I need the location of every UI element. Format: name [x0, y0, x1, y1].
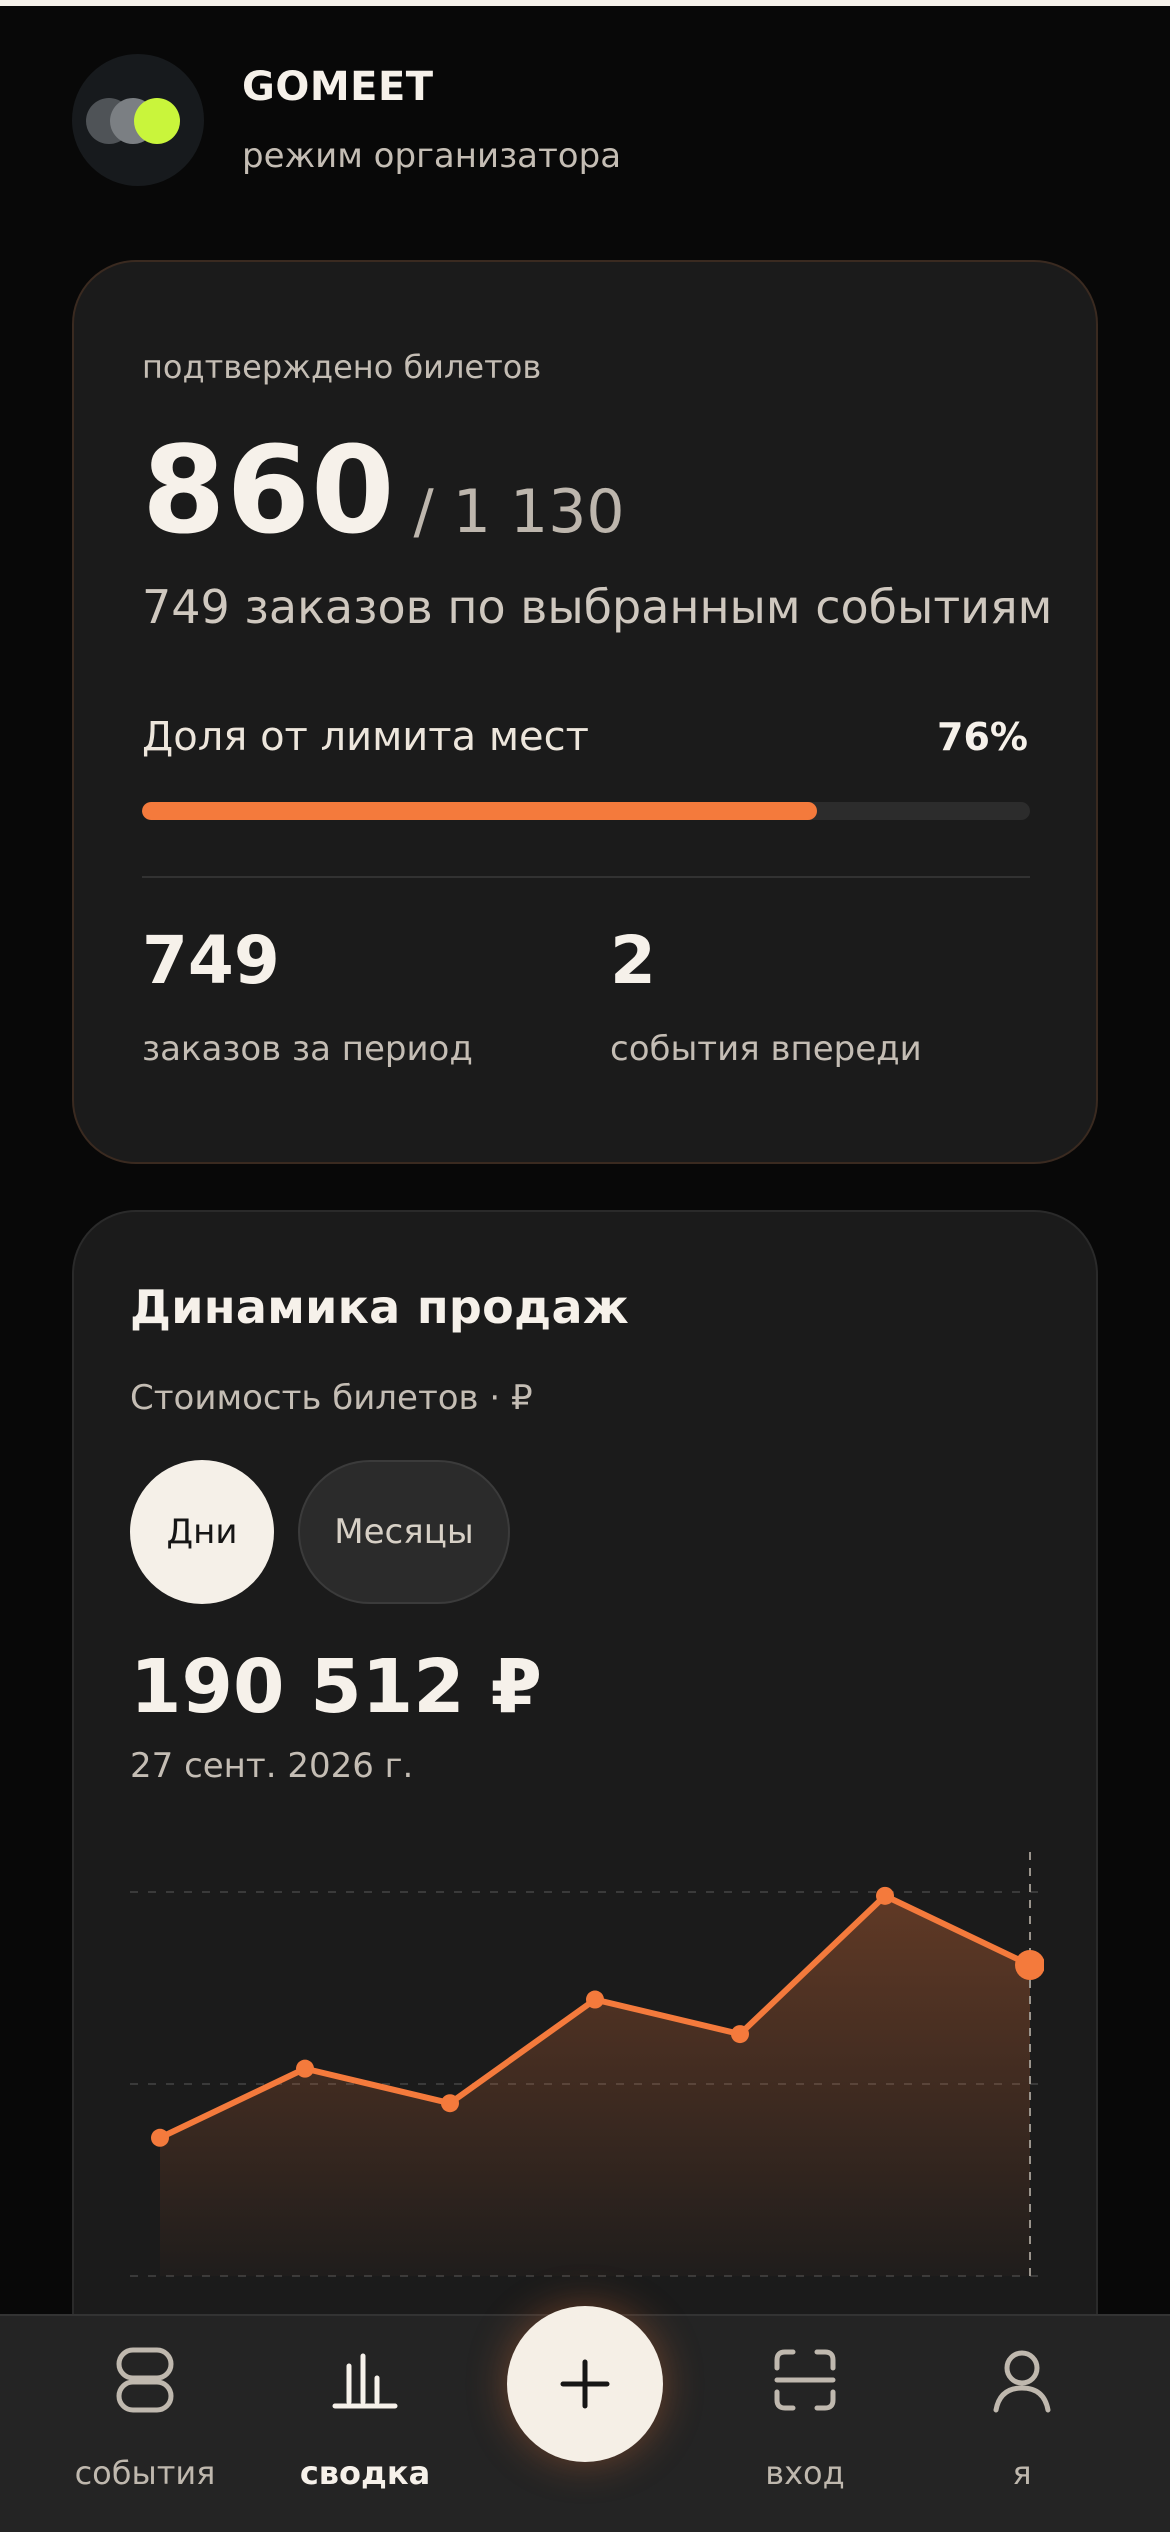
sales-title: Динамика продаж [130, 1280, 629, 1334]
stat-events-value: 2 [610, 922, 656, 999]
sales-subtitle: Стоимость билетов · ₽ [130, 1378, 533, 1418]
chart-point[interactable] [876, 1886, 894, 1905]
sales-amount: 190 512 ₽ [130, 1644, 542, 1730]
tickets-total: / 1 130 [413, 477, 625, 547]
nav-item-events[interactable]: события [45, 2344, 245, 2492]
share-progress-bar [142, 802, 1030, 820]
nav-label-summary: сводка [299, 2454, 431, 2492]
sales-date: 27 сент. 2026 г. [130, 1746, 414, 1786]
chart-point[interactable] [296, 2059, 314, 2078]
share-progress-fill [142, 802, 817, 820]
chart-point-selected[interactable] [1015, 1949, 1044, 1980]
tickets-label: подтверждено билетов [142, 348, 542, 386]
plus-icon [560, 2359, 610, 2409]
share-row: Доля от лимита мест 76% [142, 714, 1028, 760]
toggle-months-button[interactable]: Месяцы [298, 1460, 510, 1604]
nav-label-me: я [1012, 2454, 1032, 2492]
sales-chart[interactable] [130, 1852, 1044, 2352]
brand-logo [72, 54, 204, 186]
nav-item-entry[interactable]: вход [705, 2344, 905, 2492]
share-label: Доля от лимита мест [142, 714, 589, 760]
user-icon [993, 2350, 1051, 2413]
nav-item-summary[interactable]: сводка [265, 2344, 465, 2492]
tickets-confirmed: 860 [142, 422, 396, 561]
scan-icon [774, 2349, 836, 2411]
nav-item-me[interactable]: я [922, 2344, 1122, 2492]
header: GOMEET режим организатора [72, 54, 621, 186]
tickets-count-row: 860 / 1 130 [142, 422, 625, 561]
logo-circle-lime [134, 98, 180, 144]
orders-summary: 749 заказов по выбранным событиям [142, 580, 1053, 634]
chart-point[interactable] [151, 2128, 169, 2147]
stat-events-label: события впереди [610, 1029, 922, 1069]
top-edge [0, 0, 1170, 6]
stat-events: 2 события впереди [610, 922, 922, 1069]
tickets-card: подтверждено билетов 860 / 1 130 749 зак… [72, 260, 1098, 1164]
chart-point[interactable] [586, 1990, 604, 2009]
chart-point[interactable] [441, 2094, 459, 2113]
chart-point[interactable] [731, 2025, 749, 2044]
events-icon [116, 2347, 174, 2413]
brand-name: GOMEET [242, 64, 434, 110]
brand-mode: режим организатора [242, 136, 622, 176]
share-percent: 76% [937, 715, 1028, 759]
bar-chart-icon [332, 2353, 398, 2409]
stat-orders: 749 заказов за период [142, 922, 473, 1069]
nav-label-events: события [74, 2454, 216, 2492]
chart-area [160, 1895, 1030, 2276]
divider [142, 876, 1030, 878]
add-button[interactable] [507, 2306, 663, 2462]
toggle-days-button[interactable]: Дни [130, 1460, 274, 1604]
nav-label-entry: вход [765, 2454, 845, 2492]
stat-orders-label: заказов за период [142, 1029, 473, 1069]
app-screen: GOMEET режим организатора подтверждено б… [0, 0, 1170, 2532]
brand-block: GOMEET режим организатора [242, 64, 621, 176]
stat-orders-value: 749 [142, 922, 280, 999]
